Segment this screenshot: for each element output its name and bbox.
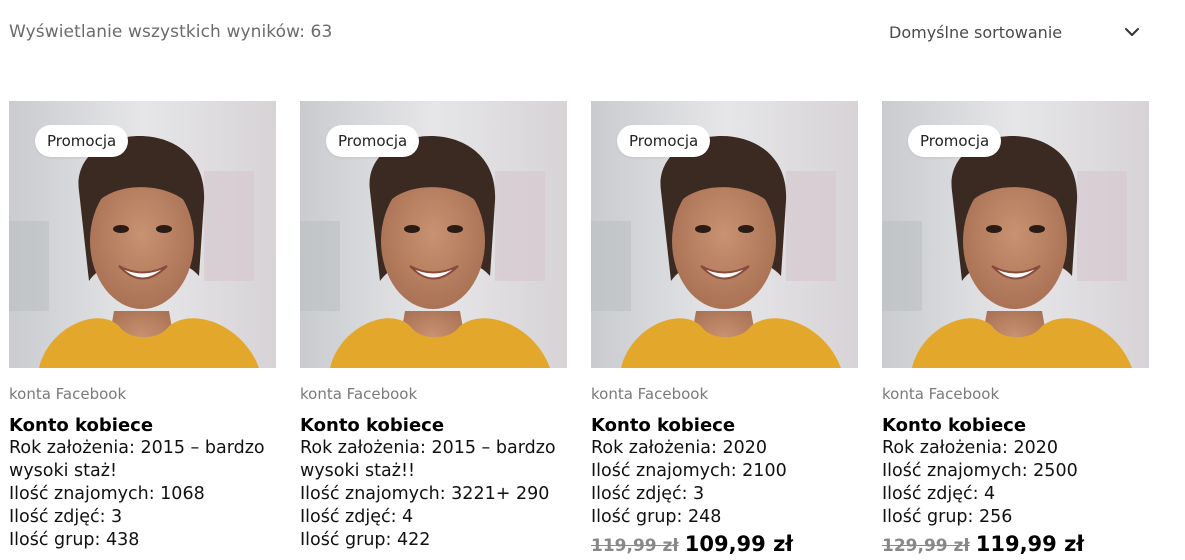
description-line: Ilość grup: 438 bbox=[9, 530, 140, 550]
product-title[interactable]: Konto kobiece bbox=[591, 415, 858, 437]
product-category[interactable]: konta Facebook bbox=[882, 385, 1149, 403]
promo-badge: Promocja bbox=[617, 125, 711, 157]
product-image[interactable]: Promocja bbox=[9, 101, 276, 368]
product-description: Rok założenia: 2015 – bardzo wysoki staż!… bbox=[9, 437, 276, 552]
description-line: Rok założenia: 2015 – bardzo bbox=[300, 438, 556, 458]
description-line: wysoki staż!! bbox=[300, 461, 415, 481]
old-price: 129,99 zł bbox=[882, 536, 970, 556]
description-line: Ilość grup: 256 bbox=[882, 507, 1013, 527]
product-category[interactable]: konta Facebook bbox=[9, 385, 276, 403]
description-line: Ilość znajomych: 2500 bbox=[882, 461, 1078, 481]
promo-badge: Promocja bbox=[35, 125, 129, 157]
description-line: Ilość zdjęć: 4 bbox=[300, 507, 414, 527]
result-count: Wyświetlanie wszystkich wyników: 63 bbox=[9, 22, 333, 42]
product-category[interactable]: konta Facebook bbox=[300, 385, 567, 403]
product-card[interactable]: Promocja konta Facebook Konto kobiece Rok … bbox=[591, 101, 858, 560]
description-line: Ilość znajomych: 1068 bbox=[9, 484, 205, 504]
description-line: Rok założenia: 2015 – bardzo bbox=[9, 438, 265, 458]
product-description: Rok założenia: 2015 – bardzo wysoki staż!… bbox=[300, 437, 567, 552]
promo-badge: Promocja bbox=[326, 125, 420, 157]
product-description: Rok założenia: 2020 Ilość znajomych: 2500… bbox=[882, 437, 1149, 529]
old-price: 119,99 zł bbox=[591, 536, 679, 556]
product-card[interactable]: Promocja konta Facebook Konto kobiece Rok … bbox=[300, 101, 567, 552]
product-image[interactable]: Promocja bbox=[882, 101, 1149, 368]
product-image[interactable]: Promocja bbox=[300, 101, 567, 368]
description-line: Ilość grup: 248 bbox=[591, 507, 722, 527]
chevron-down-icon bbox=[1121, 21, 1143, 43]
description-line: Ilość zdjęć: 3 bbox=[9, 507, 123, 527]
description-line: wysoki staż! bbox=[9, 461, 117, 481]
promo-badge: Promocja bbox=[908, 125, 1002, 157]
price: 119,99 zł 109,99 zł bbox=[591, 530, 858, 560]
description-line: Ilość grup: 422 bbox=[300, 530, 431, 550]
sort-dropdown[interactable]: Domyślne sortowanie bbox=[889, 16, 1149, 48]
description-line: Ilość zdjęć: 3 bbox=[591, 484, 705, 504]
product-image[interactable]: Promocja bbox=[591, 101, 858, 368]
description-line: Rok założenia: 2020 bbox=[882, 438, 1058, 458]
sort-label: Domyślne sortowanie bbox=[889, 22, 1063, 42]
price: 129,99 zł 119,99 zł bbox=[882, 530, 1149, 560]
description-line: Ilość znajomych: 2100 bbox=[591, 461, 787, 481]
product-card[interactable]: Promocja konta Facebook Konto kobiece Rok … bbox=[882, 101, 1149, 560]
description-line: Rok założenia: 2020 bbox=[591, 438, 767, 458]
product-description: Rok założenia: 2020 Ilość znajomych: 2100… bbox=[591, 437, 858, 529]
product-title[interactable]: Konto kobiece bbox=[300, 415, 567, 437]
product-title[interactable]: Konto kobiece bbox=[9, 415, 276, 437]
description-line: Ilość znajomych: 3221+ 290 bbox=[300, 484, 550, 504]
product-card[interactable]: Promocja konta Facebook Konto kobiece Rok … bbox=[9, 101, 276, 552]
product-title[interactable]: Konto kobiece bbox=[882, 415, 1149, 437]
sale-price: 109,99 zł bbox=[684, 532, 794, 556]
sale-price: 119,99 zł bbox=[975, 532, 1085, 556]
description-line: Ilość zdjęć: 4 bbox=[882, 484, 996, 504]
product-category[interactable]: konta Facebook bbox=[591, 385, 858, 403]
